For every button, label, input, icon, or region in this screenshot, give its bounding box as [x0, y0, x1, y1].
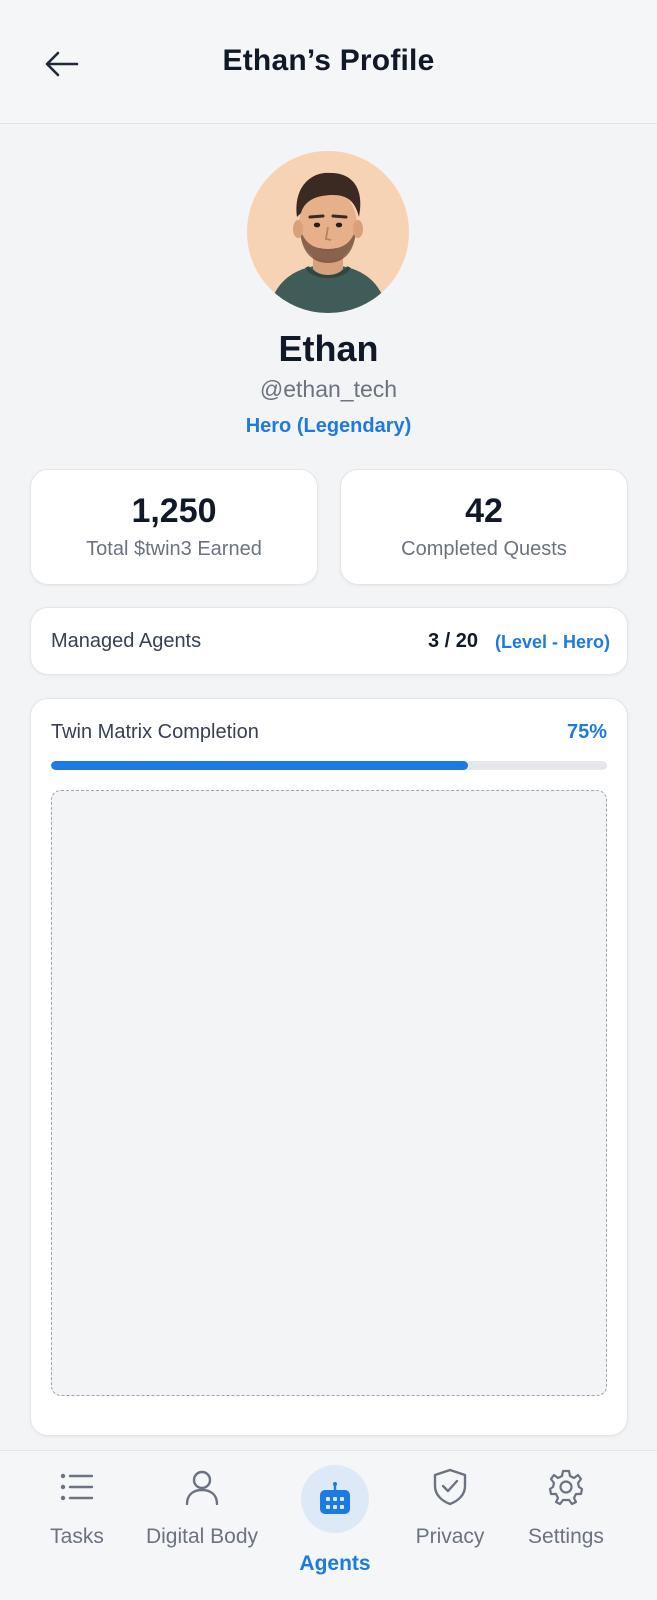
robot-icon: [301, 1465, 369, 1533]
nav-item-settings[interactable]: Settings: [524, 1451, 608, 1600]
nav-label: Tasks: [50, 1525, 104, 1548]
profile-name: Ethan: [278, 328, 379, 369]
managed-agents-count: 3 / 20: [428, 630, 479, 652]
twin-matrix-label: Twin Matrix Completion: [51, 721, 259, 743]
twin-matrix-grid-area: [51, 790, 607, 1396]
managed-agents-card[interactable]: Managed Agents 3 / 20 (Level - Hero): [30, 607, 628, 675]
twin-matrix-percent: 75%: [566, 721, 607, 743]
nav-label: Privacy: [415, 1525, 485, 1548]
nav-item-agents[interactable]: Agents: [298, 1451, 372, 1600]
twin-matrix-progress-bar: [51, 761, 607, 770]
top-app-bar: Ethan’s Profile: [0, 0, 657, 124]
page-title: Ethan’s Profile: [222, 44, 435, 77]
avatar: [247, 151, 409, 313]
nav-item-tasks[interactable]: Tasks: [40, 1451, 114, 1600]
stat-label: Total $twin3 Earned: [86, 538, 262, 560]
stat-card-quests: 42 Completed Quests: [340, 469, 628, 585]
twin-matrix-progress-fill: [51, 761, 468, 770]
shield-check-icon: [428, 1465, 472, 1509]
stat-value: 1,250: [131, 492, 217, 530]
nav-label: Digital Body: [145, 1525, 259, 1548]
nav-item-privacy[interactable]: Privacy: [410, 1451, 490, 1600]
nav-label: Agents: [299, 1552, 371, 1575]
managed-agents-label: Managed Agents: [51, 630, 202, 652]
stat-card-earned: 1,250 Total $twin3 Earned: [30, 469, 318, 585]
bottom-nav: Tasks Digital Body Agents Privacy Settin…: [0, 1450, 657, 1600]
nav-item-digital-body[interactable]: Digital Body: [144, 1451, 260, 1600]
stat-label: Completed Quests: [401, 538, 567, 560]
profile-rank: Hero (Legendary): [245, 415, 412, 437]
stat-value: 42: [465, 492, 503, 530]
managed-agents-level: (Level - Hero): [495, 632, 611, 652]
list-icon: [55, 1465, 99, 1509]
user-avatar-illustration: [247, 151, 409, 313]
gear-icon: [544, 1465, 588, 1509]
profile-handle: @ethan_tech: [259, 376, 398, 402]
nav-label: Settings: [528, 1525, 604, 1548]
twin-matrix-card: Twin Matrix Completion 75%: [30, 698, 628, 1436]
person-icon: [180, 1465, 224, 1509]
